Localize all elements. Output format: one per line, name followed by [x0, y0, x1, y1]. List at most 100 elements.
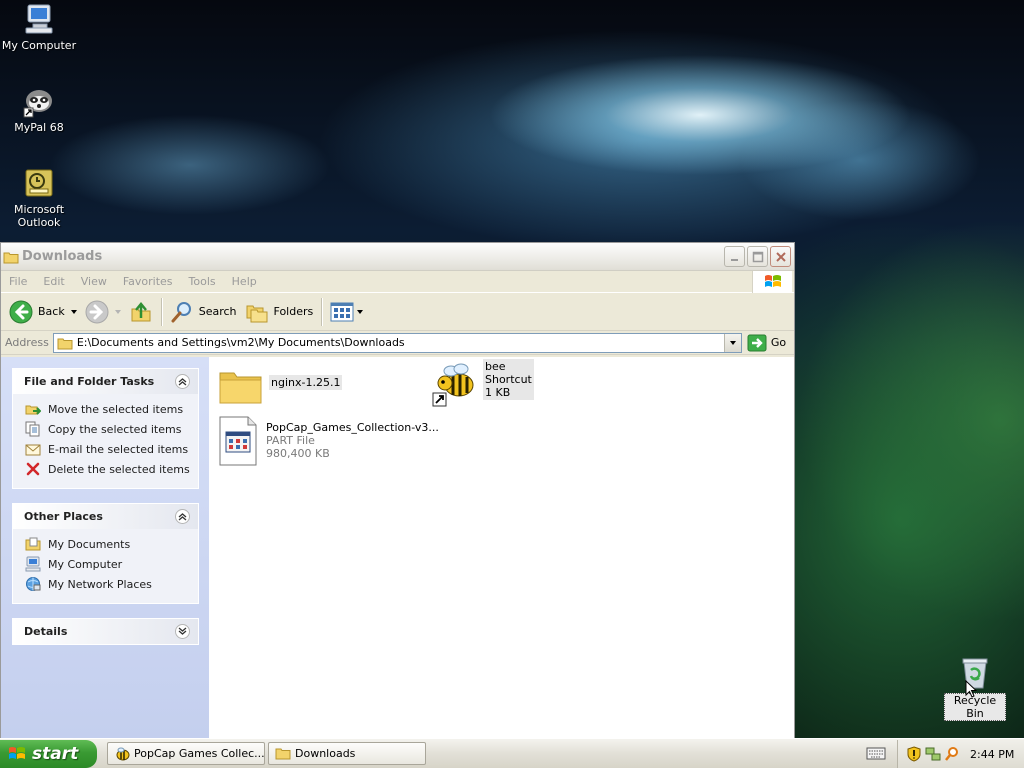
- up-folder-button[interactable]: [125, 296, 157, 328]
- address-label: Address: [5, 336, 49, 349]
- other-places-header[interactable]: Other Places: [13, 504, 198, 529]
- up-folder-icon: [131, 301, 151, 321]
- outlook-icon: [22, 166, 56, 200]
- file-item-nginx[interactable]: nginx-1.25.1: [217, 365, 343, 413]
- desktop-icon-mypal[interactable]: MyPal 68: [0, 84, 78, 134]
- place-network-places[interactable]: My Network Places: [25, 574, 190, 594]
- folder-icon: [3, 250, 19, 264]
- address-input[interactable]: E:\Documents and Settings\vm2\My Documen…: [52, 332, 742, 353]
- chevron-down-icon: [729, 340, 736, 345]
- my-computer-icon: [25, 556, 41, 572]
- address-dropdown-button[interactable]: [723, 333, 741, 352]
- file-list-area[interactable]: nginx-1.25.1 bee Shortcut 1 KB: [209, 357, 794, 740]
- task-move-items[interactable]: Move the selected items: [25, 399, 190, 419]
- folder-icon: [275, 746, 291, 762]
- bee-icon: [114, 746, 130, 762]
- mouse-cursor-icon: [965, 680, 977, 698]
- raccoon-browser-icon: [22, 84, 56, 118]
- menu-tools[interactable]: Tools: [181, 275, 224, 288]
- part-file-icon: [218, 416, 260, 466]
- place-my-computer[interactable]: My Computer: [25, 554, 190, 574]
- minimize-button[interactable]: [724, 246, 745, 267]
- chevron-down-icon[interactable]: [70, 309, 77, 314]
- task-pane: File and Folder Tasks Move the selected …: [1, 357, 209, 740]
- search-icon: [171, 301, 191, 322]
- expand-chevron-icon[interactable]: [175, 624, 190, 639]
- task-copy-items[interactable]: Copy the selected items: [25, 419, 190, 439]
- toolbar-separator: [160, 297, 162, 326]
- move-icon: [25, 401, 42, 417]
- place-label: My Documents: [48, 537, 131, 551]
- desktop-icon-my-computer[interactable]: My Computer: [0, 2, 78, 52]
- bee-shortcut-icon: [431, 359, 479, 407]
- back-button[interactable]: Back: [5, 296, 81, 328]
- file-folder-tasks-header[interactable]: File and Folder Tasks: [13, 369, 198, 394]
- window-title: Downloads: [22, 249, 103, 264]
- details-header[interactable]: Details: [13, 619, 198, 644]
- maximize-button[interactable]: [747, 246, 768, 267]
- forward-arrow-icon: [85, 300, 109, 323]
- go-label: Go: [770, 336, 787, 349]
- explorer-window: Downloads File Edit View Favorites Tools…: [0, 242, 795, 740]
- panel-title: Details: [24, 625, 68, 638]
- address-bar: Address E:\Documents and Settings\vm2\My…: [1, 331, 794, 355]
- desktop-icon-outlook[interactable]: Microsoft Outlook: [0, 166, 78, 229]
- file-name: bee: [485, 360, 506, 373]
- menu-favorites[interactable]: Favorites: [115, 275, 181, 288]
- views-button[interactable]: [326, 296, 367, 328]
- file-item-popcap-games[interactable]: PopCap_Games_Collection-v3... PART File …: [218, 416, 439, 466]
- search-icon[interactable]: [944, 746, 960, 762]
- collapse-chevron-icon[interactable]: [175, 509, 190, 524]
- network-icon[interactable]: [925, 746, 941, 762]
- file-item-bee[interactable]: bee Shortcut 1 KB: [431, 359, 534, 407]
- chevron-down-icon: [114, 309, 121, 314]
- my-computer-icon: [22, 2, 56, 36]
- folders-label: Folders: [273, 305, 314, 318]
- security-shield-icon[interactable]: [906, 746, 922, 762]
- menu-help[interactable]: Help: [224, 275, 265, 288]
- file-name: nginx-1.25.1: [269, 375, 343, 390]
- copy-icon: [25, 421, 41, 437]
- task-label: Copy the selected items: [48, 422, 182, 436]
- title-bar[interactable]: Downloads: [1, 243, 794, 271]
- taskbar-button-downloads[interactable]: Downloads: [268, 742, 426, 765]
- menu-edit[interactable]: Edit: [35, 275, 72, 288]
- task-delete-items[interactable]: Delete the selected items: [25, 459, 190, 479]
- desktop-icon-label: My Computer: [1, 39, 77, 52]
- folder-icon: [217, 365, 265, 413]
- search-button[interactable]: Search: [166, 296, 241, 328]
- menu-file[interactable]: File: [1, 275, 35, 288]
- task-label: Delete the selected items: [48, 462, 190, 476]
- system-tray: 2:44 PM: [897, 740, 1024, 768]
- menu-view[interactable]: View: [73, 275, 115, 288]
- collapse-chevron-icon[interactable]: [175, 374, 190, 389]
- taskbar: start PopCap Games Collec... Downloads 2…: [0, 738, 1024, 768]
- toolbar-separator: [321, 297, 323, 326]
- taskbar-button-label: PopCap Games Collec...: [134, 747, 265, 760]
- chevron-down-icon: [357, 309, 364, 314]
- search-label: Search: [198, 305, 237, 318]
- menu-bar: File Edit View Favorites Tools Help: [1, 271, 794, 293]
- task-label: E-mail the selected items: [48, 442, 189, 456]
- keyboard-icon[interactable]: [866, 745, 886, 761]
- task-email-items[interactable]: E-mail the selected items: [25, 439, 190, 459]
- start-label: start: [32, 744, 79, 764]
- details-panel: Details: [12, 618, 199, 645]
- forward-button[interactable]: [81, 296, 125, 328]
- file-size: 980,400 KB: [266, 447, 330, 460]
- network-places-icon: [25, 576, 41, 592]
- start-button[interactable]: start: [0, 740, 97, 768]
- close-button[interactable]: [770, 246, 791, 267]
- go-button[interactable]: Go: [747, 334, 786, 352]
- delete-icon: [25, 461, 41, 477]
- taskbar-button-popcap[interactable]: PopCap Games Collec...: [107, 742, 265, 765]
- go-arrow-icon: [747, 334, 767, 351]
- views-grid-icon: [330, 302, 354, 321]
- file-type: PART File: [266, 434, 315, 447]
- folders-button[interactable]: Folders: [241, 296, 318, 328]
- desktop-icon-label: MyPal 68: [14, 121, 64, 134]
- back-label: Back: [38, 305, 65, 318]
- clock[interactable]: 2:44 PM: [970, 748, 1014, 761]
- file-folder-tasks-panel: File and Folder Tasks Move the selected …: [12, 368, 199, 489]
- place-my-documents[interactable]: My Documents: [25, 534, 190, 554]
